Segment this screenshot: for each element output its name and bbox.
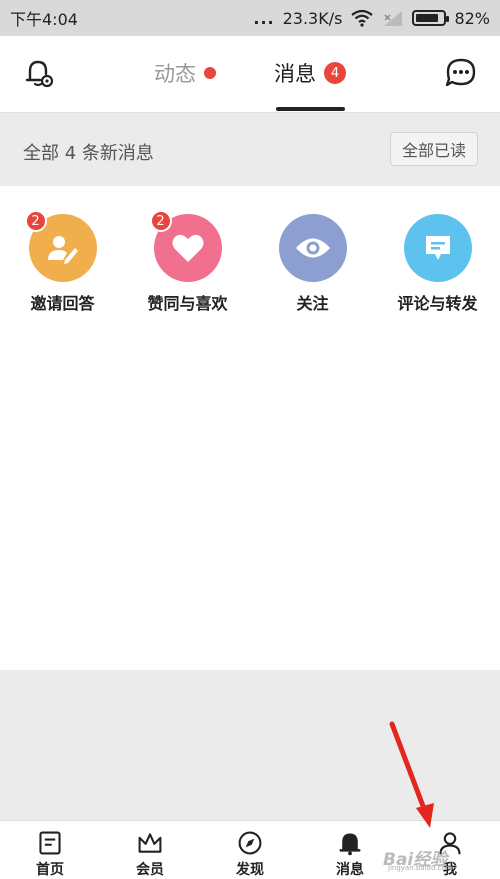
network-speed: 23.3K/s (282, 8, 343, 28)
battery-fill (416, 14, 438, 22)
status-right: ... 23.3K/s 82% (253, 9, 490, 28)
category-circle: 2 (149, 210, 222, 282)
status-bar: 下午4:04 ... 23.3K/s 82% (0, 0, 500, 36)
top-nav: 动态 消息 4 (0, 36, 500, 113)
message-count-badge: 4 (324, 62, 346, 84)
wifi-icon (351, 9, 374, 27)
category-badge: 2 (24, 210, 47, 232)
invite-answer-icon (47, 236, 78, 264)
message-categories: 2 邀请回答 2 赞同与喜欢 关注 评论与转发 (0, 186, 500, 670)
bottom-nav-label: 消息 (336, 862, 364, 878)
active-tab-indicator (276, 107, 345, 111)
crown-icon (138, 833, 162, 853)
home-doc-icon (39, 831, 61, 855)
watermark-url: jingyan.baidu.com (388, 864, 453, 872)
bell-icon (339, 833, 361, 856)
summary-bar: 全部 4 条新消息 全部已读 (0, 114, 500, 186)
comment-icon (425, 236, 450, 260)
heart-icon (172, 234, 203, 262)
bottom-nav-label: 首页 (36, 862, 64, 878)
tab-xiaoxi[interactable]: 消息 4 (274, 58, 346, 88)
category-likes[interactable]: 2 赞同与喜欢 (125, 210, 250, 314)
category-circle (403, 214, 472, 282)
tab-dongtai[interactable]: 动态 (154, 58, 216, 88)
bottom-nav-home[interactable]: 首页 (0, 821, 100, 879)
compass-icon (238, 831, 262, 855)
category-comments[interactable]: 评论与转发 (375, 214, 500, 314)
mark-all-read-button[interactable]: 全部已读 (389, 132, 478, 166)
category-label: 赞同与喜欢 (147, 294, 228, 313)
battery-icon (412, 10, 450, 26)
new-messages-summary: 全部 4 条新消息 (23, 143, 154, 164)
category-follow[interactable]: 关注 (250, 214, 375, 314)
eye-icon (295, 238, 330, 258)
tab-dongtai-label: 动态 (154, 62, 196, 86)
bottom-nav-vip[interactable]: 会员 (100, 821, 200, 879)
category-label: 关注 (296, 294, 329, 313)
notification-settings-icon[interactable] (22, 56, 56, 90)
battery-percent: 82% (454, 8, 490, 28)
category-circle (278, 214, 347, 282)
new-dot (204, 67, 216, 79)
annotation-arrow (389, 721, 434, 828)
bottom-nav-label: 会员 (136, 862, 164, 878)
category-circle: 2 (24, 210, 97, 282)
tab-xiaoxi-label: 消息 (274, 62, 316, 86)
status-dots: ... (253, 8, 275, 28)
bottom-nav-label: 发现 (236, 862, 264, 878)
bottom-nav-discover[interactable]: 发现 (200, 821, 300, 879)
chat-icon[interactable] (444, 56, 478, 90)
category-invite-answer[interactable]: 2 邀请回答 (0, 210, 125, 314)
status-time: 下午4:04 (10, 10, 78, 29)
category-label: 邀请回答 (30, 294, 95, 313)
category-badge: 2 (149, 210, 172, 232)
signal-icon (384, 11, 403, 26)
category-label: 评论与转发 (397, 294, 478, 313)
